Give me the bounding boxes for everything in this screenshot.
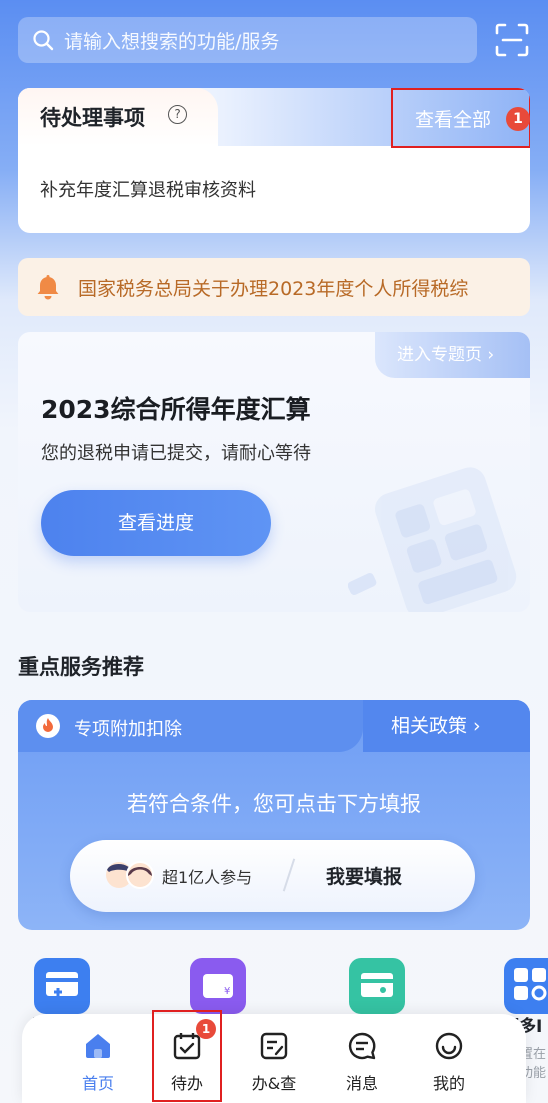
service-card-plus[interactable] [34, 958, 90, 1014]
nav-messages[interactable]: 消息 [322, 1014, 402, 1103]
message-icon [348, 1032, 376, 1060]
deduction-tab [18, 700, 363, 752]
svg-text:¥: ¥ [224, 986, 230, 997]
view-all-label: 查看全部 [415, 109, 492, 131]
nav-label-mine: 我的 [432, 1074, 465, 1093]
calculator-illustration [348, 467, 517, 612]
deduction-card: 专项附加扣除 相关政策 › 若符合条件，您可点击下方填报 超1亿人参与 我要填报 [18, 700, 530, 930]
participants-count: 超1亿人参与 [162, 868, 253, 887]
highlight-box [152, 1010, 222, 1102]
search-placeholder: 请输入想搜索的功能/服务 [64, 30, 280, 53]
nav-label-home: 首页 [81, 1074, 114, 1093]
nav-mine[interactable]: 我的 [409, 1014, 489, 1103]
scan-icon[interactable] [494, 22, 530, 58]
annual-title: 2023综合所得年度汇算 [41, 395, 311, 424]
nav-label-messages: 消息 [345, 1074, 378, 1093]
fire-icon [36, 714, 60, 738]
wallet-yuan-icon: ¥ [203, 974, 233, 998]
id-card-icon [361, 973, 393, 997]
pending-item[interactable]: 补充年度汇算退税审核资料 [40, 176, 256, 202]
nav-home[interactable]: 首页 [58, 1014, 138, 1103]
fill-report-pill[interactable]: 超1亿人参与 我要填报 [70, 840, 475, 912]
divider [282, 858, 296, 892]
nav-handle-query[interactable]: 办&查 [234, 1014, 314, 1103]
deduction-hint: 若符合条件，您可点击下方填报 [127, 792, 421, 816]
pending-card: 待处理事项 ? 查看全部 1 补充年度汇算退税审核资料 [18, 88, 530, 233]
service-id-card[interactable] [349, 958, 405, 1014]
pending-badge: 1 [506, 107, 530, 131]
card-plus-icon [46, 972, 78, 996]
annual-subtitle: 您的退税申请已提交，请耐心等待 [41, 443, 311, 464]
deduction-tab-label: 专项附加扣除 [74, 719, 182, 740]
help-icon[interactable]: ? [168, 105, 187, 124]
related-policy-button[interactable]: 相关政策 › [363, 700, 530, 752]
service-more[interactable] [504, 958, 548, 1014]
search-icon [33, 30, 54, 51]
section-title: 重点服务推荐 [18, 655, 144, 679]
service-wallet[interactable]: ¥ [190, 958, 246, 1014]
view-all-button[interactable]: 查看全部 1 [391, 88, 530, 148]
enter-topic-button[interactable]: 进入专题页 › [375, 332, 530, 378]
nav-label-handle-query: 办&查 [251, 1074, 297, 1093]
bottom-nav: 首页 1 待办 办&查 消息 我的 [22, 1010, 526, 1103]
grid-search-icon [514, 968, 547, 1001]
bell-icon [37, 275, 59, 300]
fill-button[interactable]: 我要填报 [326, 862, 402, 889]
notice-text: 国家税务总局关于办理2023年度个人所得税综 [78, 277, 469, 300]
pending-title: 待处理事项 [40, 106, 145, 130]
smile-icon [435, 1032, 463, 1060]
view-progress-button[interactable]: 查看进度 [41, 490, 271, 556]
notice-bar[interactable]: 国家税务总局关于办理2023年度个人所得税综 [18, 258, 530, 316]
search-bar[interactable]: 请输入想搜索的功能/服务 [18, 17, 477, 63]
home-icon [86, 1034, 110, 1058]
annual-card: 进入专题页 › 2023综合所得年度汇算 您的退税申请已提交，请耐心等待 查看进… [18, 332, 530, 612]
doc-edit-icon [260, 1032, 288, 1060]
avatars-icon [106, 861, 154, 889]
